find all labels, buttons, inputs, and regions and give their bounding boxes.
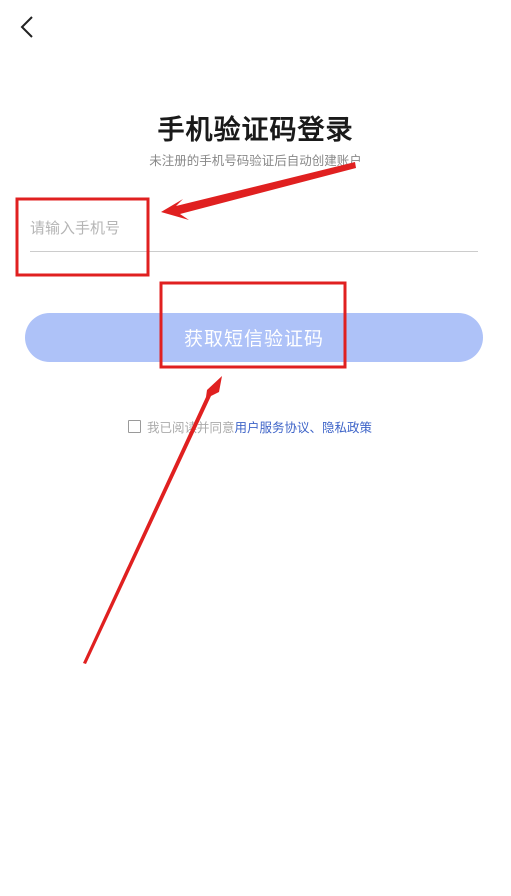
- phone-field[interactable]: [30, 205, 478, 252]
- agreement-checkbox[interactable]: [128, 419, 141, 433]
- page-title: 手机验证码登录: [157, 115, 354, 146]
- get-sms-code-button[interactable]: 获取短信验证码: [25, 313, 483, 362]
- phone-input[interactable]: [30, 205, 478, 251]
- agreement-prefix: 我已阅读并同意: [147, 419, 235, 435]
- chevron-left-icon: [20, 16, 33, 38]
- agreement-row: 我已阅读并同意 用户服务协议 、 隐私政策: [128, 417, 372, 435]
- user-agreement-link[interactable]: 用户服务协议: [235, 417, 310, 436]
- agreement-separator: 、: [309, 419, 323, 435]
- privacy-policy-link[interactable]: 隐私政策: [322, 417, 372, 436]
- back-button[interactable]: [10, 10, 44, 44]
- page-subtitle: 未注册的手机号码验证后自动创建账户: [149, 153, 362, 168]
